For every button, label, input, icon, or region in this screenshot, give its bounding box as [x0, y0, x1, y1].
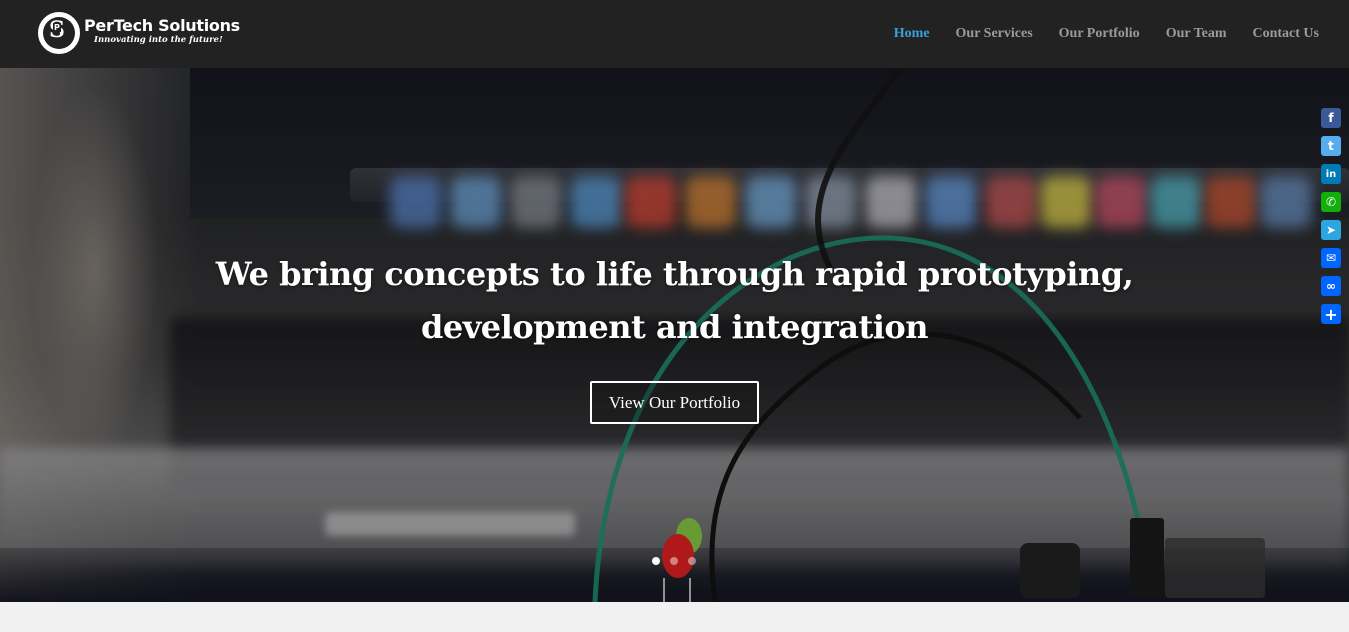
facebook-icon[interactable]: f: [1321, 108, 1341, 128]
nav-our-services[interactable]: Our Services: [956, 24, 1033, 44]
logo[interactable]: S P PerTech Solutions Innovating into th…: [38, 12, 240, 54]
slider-dot-3[interactable]: [688, 557, 696, 565]
share-icon[interactable]: +: [1321, 304, 1341, 324]
hero-headline: We bring concepts to life through rapid …: [215, 255, 1134, 346]
site-header: S P PerTech Solutions Innovating into th…: [0, 0, 1349, 68]
nav-contact-us[interactable]: Contact Us: [1253, 24, 1320, 44]
view-portfolio-button[interactable]: View Our Portfolio: [590, 381, 759, 424]
nav-home[interactable]: Home: [894, 24, 930, 44]
telegram-icon[interactable]: ➤: [1321, 220, 1341, 240]
nav-our-portfolio[interactable]: Our Portfolio: [1059, 24, 1140, 44]
main-nav: Home Our Services Our Portfolio Our Team…: [868, 24, 1319, 44]
content-section-top: [0, 602, 1349, 632]
logo-mark-icon: S P: [38, 12, 80, 54]
brand-name: PerTech Solutions: [84, 15, 240, 35]
twitter-icon[interactable]: t: [1321, 136, 1341, 156]
slider-dot-1[interactable]: [652, 557, 660, 565]
linkedin-icon[interactable]: in: [1321, 164, 1341, 184]
nav-our-team[interactable]: Our Team: [1166, 24, 1227, 44]
hero-slider: We bring concepts to life through rapid …: [0, 68, 1349, 602]
slider-dots: [652, 557, 706, 565]
copy-link-icon[interactable]: ∞: [1321, 276, 1341, 296]
slider-dot-2[interactable]: [670, 557, 678, 565]
brand-tagline: Innovating into the future!: [94, 34, 223, 45]
whatsapp-icon[interactable]: ✆: [1321, 192, 1341, 212]
email-icon[interactable]: ✉: [1321, 248, 1341, 268]
share-bar: f t in ✆ ➤ ✉ ∞ +: [1321, 108, 1341, 332]
